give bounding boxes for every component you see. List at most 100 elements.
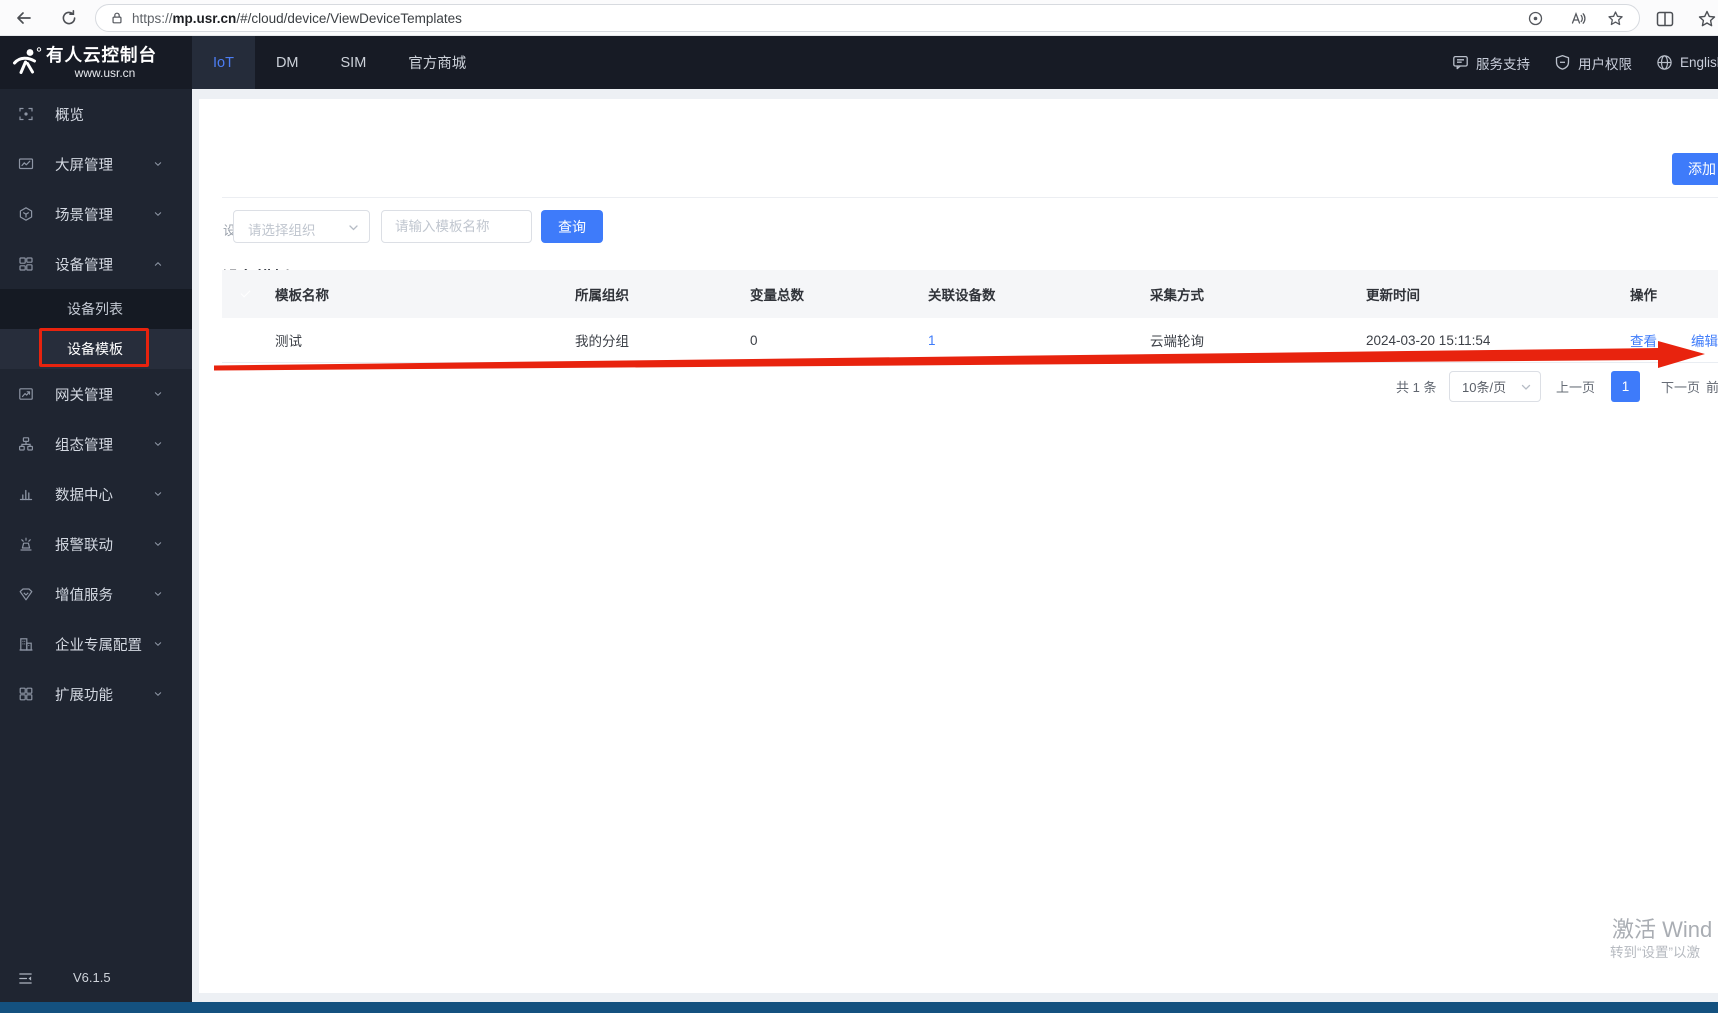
globe-icon (1657, 55, 1672, 70)
collapse-sidebar-icon[interactable] (18, 971, 33, 986)
chevron-down-icon (152, 538, 164, 550)
version-label: V6.1.5 (73, 970, 111, 985)
section-divider (222, 197, 1718, 198)
col-device-count: 关联设备数 (928, 288, 996, 303)
templates-table: 模板名称 所属组织 变量总数 关联设备数 采集方式 更新时间 操作 测试 我的分… (222, 270, 1718, 363)
cell-var-count: 0 (750, 332, 758, 348)
chevron-down-icon (152, 688, 164, 700)
alarm-icon (18, 536, 34, 552)
building-icon (18, 636, 34, 652)
app-header: 有人云控制台 www.usr.cn IoT DM SIM 官方商城 服务支持 用… (0, 36, 1718, 89)
cell-update-time: 2024-03-20 15:11:54 (1366, 332, 1491, 348)
sidebar-item-scene-mgmt[interactable]: 场景管理 (0, 189, 192, 239)
page-size-select[interactable]: 10条/页 (1449, 371, 1541, 402)
language-switch[interactable]: English (1656, 54, 1718, 71)
bar-chart-icon (18, 486, 34, 502)
cell-org: 我的分组 (575, 334, 629, 349)
col-org: 所属组织 (575, 288, 629, 303)
sidebar-item-value-added[interactable]: 增值服务 (0, 569, 192, 619)
lock-icon[interactable] (110, 11, 124, 25)
chevron-down-icon (152, 488, 164, 500)
jump-to-label: 前 (1706, 380, 1718, 395)
url-path: /#/cloud/device/ViewDeviceTemplates (236, 11, 462, 26)
add-template-button[interactable]: 添加 (1672, 153, 1718, 185)
grid-icon (18, 686, 34, 702)
sidebar-item-device-list[interactable]: 设备列表 (0, 289, 192, 329)
table-header: 模板名称 所属组织 变量总数 关联设备数 采集方式 更新时间 操作 (222, 270, 1718, 318)
tab-iot[interactable]: IoT (192, 36, 255, 89)
collections-star-icon[interactable] (1697, 9, 1717, 29)
service-support[interactable]: 服务支持 (1452, 53, 1530, 73)
logo[interactable]: 有人云控制台 www.usr.cn (0, 36, 192, 89)
url-scheme: https:// (132, 11, 173, 26)
device-count-link[interactable]: 1 (928, 333, 936, 348)
top-nav: IoT DM SIM 官方商城 (192, 36, 487, 89)
address-bar[interactable]: https://mp.usr.cn/#/cloud/device/ViewDev… (95, 4, 1640, 32)
chevron-up-icon (152, 258, 164, 270)
sidebar-item-screen-mgmt[interactable]: 大屏管理 (0, 139, 192, 189)
chevron-down-icon (152, 158, 164, 170)
read-aloud-icon[interactable] (1569, 10, 1586, 27)
device-icon (18, 256, 34, 272)
gem-badge-icon (18, 586, 34, 602)
sidebar-item-device-templates[interactable]: 设备模板 (0, 329, 192, 369)
url-text: https://mp.usr.cn/#/cloud/device/ViewDev… (132, 11, 462, 26)
back-icon[interactable] (15, 9, 33, 27)
favorite-star-icon[interactable] (1607, 10, 1624, 27)
view-link[interactable]: 查看 (1630, 334, 1657, 349)
gateway-icon (18, 386, 34, 402)
tab-sim[interactable]: SIM (320, 36, 388, 89)
sidebar-item-gateway-mgmt[interactable]: 网关管理 (0, 369, 192, 419)
edit-link[interactable]: 编辑 (1691, 334, 1718, 349)
org-select[interactable]: 请选择组织 (233, 210, 370, 243)
sidebar: 概览 大屏管理 场景管理 设备管理 设备列表 设备模板 网关管理 组态管理 数据… (0, 89, 192, 1002)
col-update-time: 更新时间 (1366, 288, 1420, 303)
search-button[interactable]: 查询 (541, 210, 603, 243)
split-screen-icon[interactable] (1655, 9, 1675, 29)
sidebar-item-overview[interactable]: 概览 (0, 89, 192, 139)
browser-toolbar: https://mp.usr.cn/#/cloud/device/ViewDev… (0, 0, 1718, 36)
page-size-value: 10条/页 (1462, 380, 1507, 395)
user-permission-label: 用户权限 (1578, 56, 1632, 72)
org-select-placeholder: 请选择组织 (248, 223, 316, 238)
pagination-total: 共 1 条 (1396, 380, 1437, 395)
sidebar-item-scada-mgmt[interactable]: 组态管理 (0, 419, 192, 469)
usr-person-logo-icon (10, 46, 42, 78)
windows-activation-watermark: 激活 Wind (1612, 917, 1713, 942)
sidebar-item-extensions[interactable]: 扩展功能 (0, 669, 192, 719)
location-icon[interactable] (1527, 10, 1544, 27)
chevron-down-icon (152, 208, 164, 220)
logo-subtitle: www.usr.cn (74, 66, 136, 80)
col-collect-method: 采集方式 (1150, 288, 1204, 303)
col-template-name: 模板名称 (275, 288, 329, 303)
taskbar-strip (0, 1002, 1718, 1013)
col-var-count: 变量总数 (750, 288, 804, 303)
tab-mall[interactable]: 官方商城 (387, 36, 487, 89)
chevron-down-icon (152, 588, 164, 600)
sidebar-item-enterprise-config[interactable]: 企业专属配置 (0, 619, 192, 669)
refresh-icon[interactable] (60, 9, 78, 27)
chevron-down-icon (1520, 381, 1532, 393)
header-right: 服务支持 用户权限 English (1452, 36, 1718, 89)
windows-activation-hint: 转到“设置”以激 (1610, 945, 1700, 960)
sidebar-item-device-mgmt[interactable]: 设备管理 (0, 239, 192, 289)
next-page-button[interactable]: 下一页 (1661, 371, 1700, 402)
sidebar-item-alarm-linkage[interactable]: 报警联动 (0, 519, 192, 569)
chevron-down-icon (152, 638, 164, 650)
main-card: 设备管理 设备模板 设备模板 添加 请选择组织 查询 模板名称 所属组织 变量总… (199, 99, 1718, 993)
sidebar-item-data-center[interactable]: 数据中心 (0, 469, 192, 519)
col-actions: 操作 (1630, 288, 1657, 303)
org-chart-icon (18, 436, 34, 452)
user-permission[interactable]: 用户权限 (1554, 53, 1632, 73)
logo-title: 有人云控制台 (46, 45, 157, 65)
chat-icon (1453, 55, 1468, 70)
tab-dm[interactable]: DM (255, 36, 320, 89)
template-name-input[interactable] (381, 210, 532, 243)
language-label: English (1680, 55, 1718, 70)
chevron-down-icon (152, 388, 164, 400)
page-1-button[interactable]: 1 (1611, 371, 1640, 402)
scene-icon (18, 206, 34, 222)
screen: https://mp.usr.cn/#/cloud/device/ViewDev… (0, 0, 1718, 1013)
chevron-down-icon (152, 438, 164, 450)
prev-page-button[interactable]: 上一页 (1556, 371, 1595, 402)
